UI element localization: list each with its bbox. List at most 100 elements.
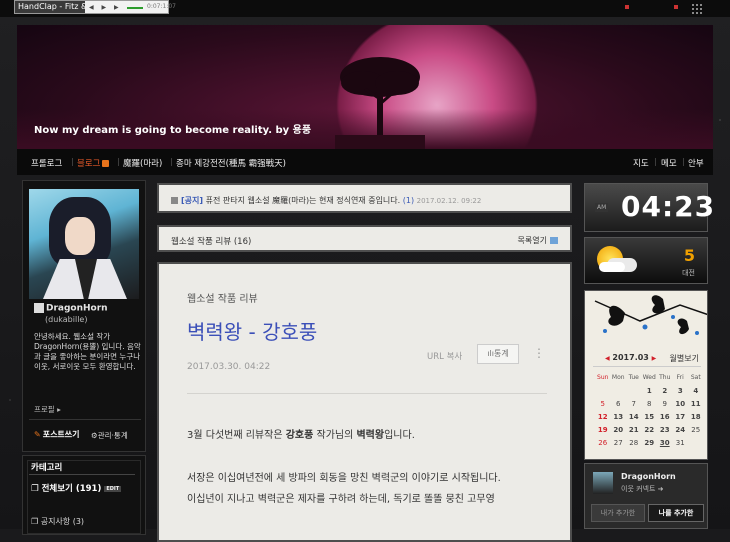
admin-stats-link[interactable]: ⚙관리·통계 bbox=[91, 430, 128, 441]
nav-jongma[interactable]: 종마 제강전전(種馬 霸强戰天) bbox=[176, 157, 286, 169]
calendar-day[interactable]: 29 bbox=[642, 436, 658, 449]
calendar-day[interactable]: 10 bbox=[673, 397, 689, 410]
nav-memo[interactable]: 메모 bbox=[661, 157, 677, 169]
calendar-day: 25 bbox=[691, 425, 701, 434]
category-divider bbox=[29, 474, 135, 475]
notice-content[interactable]: [공지] 퓨전 판타지 웹소설 魔羅(마라)는 현재 정식연재 중입니다. (1… bbox=[171, 195, 481, 206]
calendar-day bbox=[688, 436, 704, 449]
calendar-day[interactable]: 22 bbox=[642, 423, 658, 436]
calendar-day[interactable]: 14 bbox=[626, 410, 642, 423]
url-copy-button[interactable]: URL 복사 bbox=[427, 350, 462, 362]
music-player[interactable]: HandClap - Fitz & ◀ ▶ ▶ 0:07:1:07 bbox=[14, 0, 176, 14]
calendar-day[interactable]: 1 bbox=[642, 384, 658, 397]
category-heading: 카테고리 bbox=[31, 463, 63, 473]
calendar-day[interactable]: 19 bbox=[595, 423, 611, 436]
calendar-day: 27 bbox=[613, 438, 623, 447]
nav-map[interactable]: 지도 bbox=[633, 157, 649, 169]
nav-prologue[interactable]: 프롤로그 bbox=[31, 157, 62, 169]
calendar-day[interactable]: 23 bbox=[657, 423, 673, 436]
notice-bar: [공지] 퓨전 판타지 웹소설 魔羅(마라)는 현재 정식연재 중입니다. (1… bbox=[157, 183, 572, 213]
monthly-view-button[interactable]: 월별보기 bbox=[670, 353, 699, 364]
player-controls-icon[interactable]: ◀ ▶ ▶ bbox=[89, 4, 122, 11]
tree-silhouette-icon bbox=[335, 57, 425, 149]
calendar-day: 5 bbox=[600, 399, 605, 408]
calendar-day[interactable]: 18 bbox=[688, 410, 704, 423]
nav-blog[interactable]: 블로그 bbox=[77, 157, 110, 169]
calendar-day: 28 bbox=[629, 438, 639, 447]
weather-temperature: 5 bbox=[683, 246, 695, 265]
top-dropdown-icon[interactable] bbox=[672, 3, 680, 11]
list-toggle-button[interactable]: 목록열기 bbox=[518, 235, 558, 246]
post-date: 2017.03.30. 04:22 bbox=[187, 362, 271, 372]
apps-grid-icon[interactable] bbox=[692, 2, 704, 14]
nav-mara[interactable]: 魔羅(마라) bbox=[123, 157, 162, 169]
calendar-day[interactable]: 11 bbox=[688, 397, 704, 410]
calendar-week: 26 27 28 29 30 31 bbox=[595, 436, 704, 449]
profile-name[interactable]: DragonHorn bbox=[34, 303, 108, 314]
stats-label: 통계 bbox=[493, 349, 509, 358]
stats-button[interactable]: ılı통계 bbox=[477, 344, 519, 364]
calendar-day[interactable]: 24 bbox=[673, 423, 689, 436]
calendar-day[interactable]: 20 bbox=[611, 423, 627, 436]
text-run: 이십년이 지나고 벽력군은 제자를 구하려 하는데, 독기로 똘똘 뭉친 고무영 bbox=[187, 494, 495, 505]
post-paragraph: 3월 다섯번째 리뷰작은 강호풍 작가님의 벽력왕입니다. bbox=[187, 426, 415, 441]
neighbor-connect-label: 이웃 커넥트 bbox=[621, 485, 656, 493]
neighbor-connect-link[interactable]: 이웃 커넥트 ➜ bbox=[621, 484, 664, 494]
calendar-day[interactable]: 13 bbox=[611, 410, 627, 423]
prev-month-icon[interactable]: ◀ bbox=[605, 355, 610, 362]
player-track-title: HandClap - Fitz & bbox=[15, 1, 85, 13]
post-title[interactable]: 벽력왕 - 강호풍 bbox=[187, 316, 317, 345]
neighbor-name[interactable]: DragonHorn bbox=[621, 472, 676, 481]
weather-city: 대전 bbox=[682, 269, 695, 277]
notice-label: [공지] bbox=[181, 196, 204, 205]
calendar-day bbox=[611, 384, 627, 397]
notice-text: 퓨전 판타지 웹소설 魔羅(마라)는 현재 정식연재 중입니다. bbox=[205, 196, 401, 205]
added-me-tab[interactable]: 나를 추가한 bbox=[648, 504, 704, 522]
day-header: Thu bbox=[659, 374, 671, 381]
calendar-day[interactable]: 3 bbox=[673, 384, 689, 397]
calendar-day[interactable]: 16 bbox=[657, 410, 673, 423]
calendar-week: 1 2 3 4 bbox=[595, 384, 704, 397]
more-options-icon[interactable]: ⋮ bbox=[533, 346, 545, 360]
calendar-week: 5 6 7 8 9 10 11 bbox=[595, 397, 704, 410]
calendar-day[interactable]: 4 bbox=[688, 384, 704, 397]
pen-icon: ✎ bbox=[34, 430, 41, 439]
nav-guestbook[interactable]: 안부 bbox=[688, 157, 704, 169]
calendar-week: 19 20 21 22 23 24 25 bbox=[595, 423, 704, 436]
calendar-day: 7 bbox=[631, 399, 636, 408]
calendar-header-row: Sun Mon Tue Wed Thu Fri Sat bbox=[595, 371, 704, 384]
calendar-day[interactable]: 12 bbox=[595, 410, 611, 423]
calendar-day[interactable]: 15 bbox=[642, 410, 658, 423]
added-by-me-tab[interactable]: 내가 추가한 bbox=[591, 504, 645, 522]
top-red-icon[interactable] bbox=[623, 3, 631, 11]
blog-nav-menu: 프롤로그 | 블로그 | 魔羅(마라) | 종마 제강전전(種馬 霸强戰天) 지… bbox=[17, 149, 713, 175]
calendar-day[interactable]: 17 bbox=[673, 410, 689, 423]
calendar-month-label: 2017.03 bbox=[612, 353, 649, 362]
top-bar: HandClap - Fitz & ◀ ▶ ▶ 0:07:1:07 bbox=[0, 0, 730, 17]
post-category[interactable]: 웹소설 작품 리뷰 bbox=[187, 290, 258, 305]
post-content: 웹소설 작품 리뷰 벽력왕 - 강호풍 2017.03.30. 04:22 UR… bbox=[157, 262, 572, 542]
day-header: Wed bbox=[642, 374, 656, 381]
calendar-day[interactable]: 2 bbox=[657, 384, 673, 397]
neighbor-avatar[interactable] bbox=[593, 472, 613, 494]
nav-blog-label: 블로그 bbox=[77, 159, 101, 169]
write-post-button[interactable]: ✎ 포스트쓰기 bbox=[34, 429, 80, 440]
work-title: 벽력왕 bbox=[356, 430, 385, 441]
notice-icon bbox=[171, 197, 178, 204]
category-all[interactable]: ❐ 전체보기 (191) EDIT bbox=[31, 482, 122, 494]
category-item[interactable]: ❐ 공지사항 (3) bbox=[31, 516, 84, 527]
calendar-day[interactable]: 21 bbox=[626, 423, 642, 436]
profile-link[interactable]: 프로필 ▸ bbox=[34, 404, 61, 415]
next-month-icon[interactable]: ▶ bbox=[652, 355, 657, 362]
profile-avatar[interactable] bbox=[29, 189, 139, 299]
calendar-day-today[interactable]: 30 bbox=[657, 436, 673, 449]
profile-badge-icon bbox=[34, 303, 44, 313]
profile-name-text: DragonHorn bbox=[46, 303, 108, 314]
calendar-month: ◀ 2017.03 ▶ bbox=[605, 353, 656, 362]
weather-widget[interactable]: 5 대전 bbox=[584, 237, 708, 284]
profile-id: (dukabille) bbox=[45, 315, 88, 324]
player-progress-bar[interactable] bbox=[127, 7, 143, 9]
text-run: 입니다. bbox=[384, 430, 415, 441]
post-list-bar: 웹소설 작품 리뷰 (16) 목록열기 bbox=[157, 225, 572, 252]
admin-stats-label: 관리·통계 bbox=[97, 431, 128, 440]
